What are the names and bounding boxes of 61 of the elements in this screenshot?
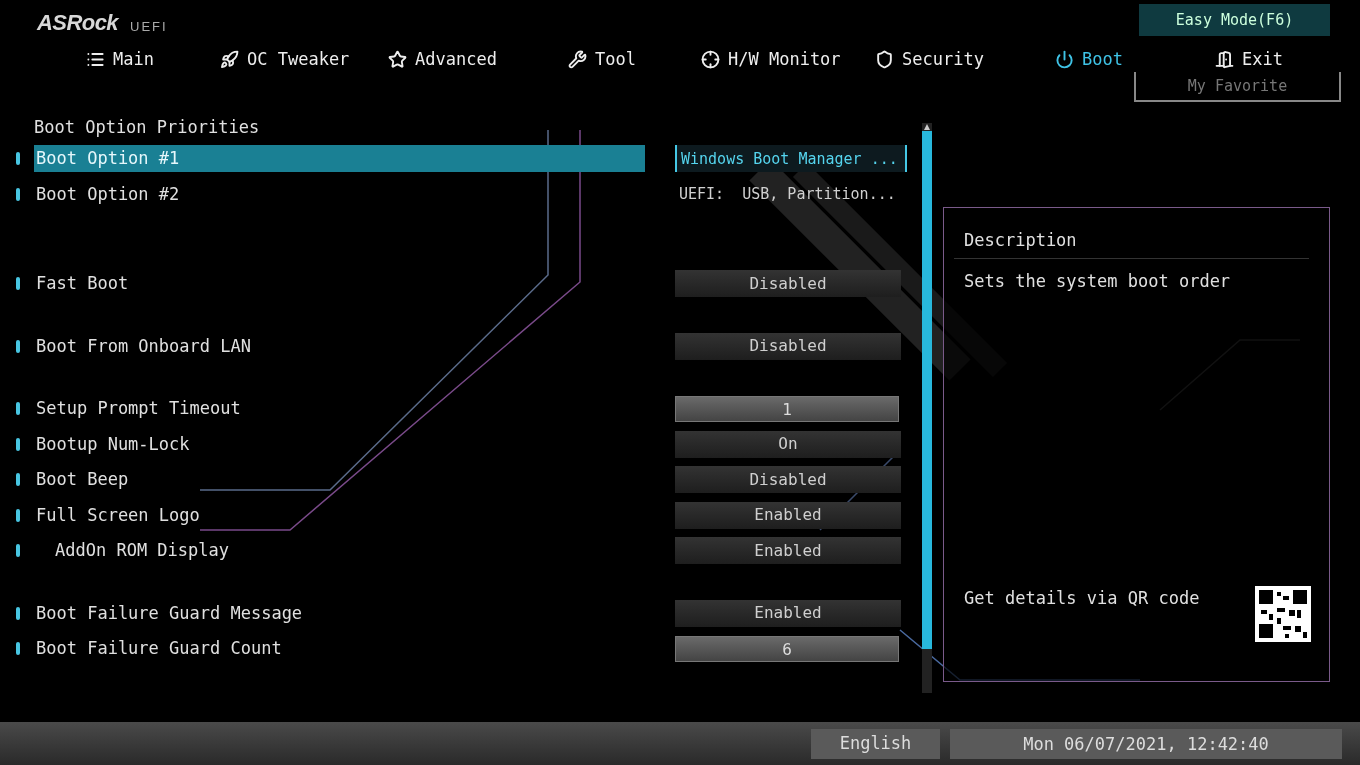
row-marker [16, 606, 20, 620]
qr-code-icon [1255, 586, 1311, 642]
section-title: Boot Option Priorities [33, 116, 261, 139]
row-marker [16, 508, 20, 522]
rocket-icon [220, 50, 239, 70]
brand-suffix: UEFI [130, 17, 168, 36]
row-marker [16, 544, 20, 558]
power-icon [1055, 50, 1074, 70]
nav-tab[interactable]: Boot [1055, 47, 1215, 73]
row-marker [16, 437, 20, 451]
nav-tab[interactable]: Advanced [388, 47, 568, 73]
description-text: Sets the system boot order [964, 269, 1232, 293]
nav-tab[interactable]: Security [875, 47, 1055, 73]
my-favorite-button[interactable]: My Favorite [1134, 72, 1341, 102]
nav-tab[interactable]: Tool [568, 47, 701, 73]
setting-label[interactable]: Boot Option #2 [34, 180, 645, 208]
value-button[interactable]: Windows Boot Manager ... [675, 145, 907, 173]
setting-label[interactable]: AddOn ROM Display [34, 537, 645, 565]
row-marker [16, 152, 20, 166]
language-button[interactable]: English [811, 728, 940, 759]
qr-hint: Get details via QR code [964, 587, 1200, 610]
row-marker [16, 277, 20, 291]
setting-label[interactable]: Boot Beep [34, 466, 645, 494]
scrollbar[interactable] [922, 123, 932, 693]
door-icon [1215, 50, 1234, 70]
description-title: Description [954, 228, 1309, 259]
shield-icon [875, 50, 894, 70]
setting-label[interactable]: Boot Option #1 [34, 145, 645, 173]
nav-tab[interactable]: Exit [1215, 47, 1335, 73]
value-button[interactable]: Disabled [675, 466, 901, 494]
row-marker [16, 339, 20, 353]
wrench-icon [568, 50, 587, 70]
value-button[interactable]: Enabled [675, 537, 901, 565]
setting-label[interactable]: Bootup Num-Lock [34, 430, 645, 458]
brand-logo: ASRock [37, 9, 119, 37]
value-button[interactable]: Disabled [675, 332, 901, 360]
row-marker [16, 187, 20, 201]
value-field[interactable]: 6 [675, 635, 899, 662]
setting-label[interactable]: Full Screen Logo [34, 501, 645, 529]
value-button[interactable]: UEFI: USB, Partition... [675, 180, 907, 208]
nav-tab[interactable]: OC Tweaker [220, 47, 388, 73]
star-icon [388, 50, 407, 70]
value-field[interactable]: 1 [675, 395, 899, 422]
setting-label[interactable]: Fast Boot [34, 270, 645, 298]
value-button[interactable]: Enabled [675, 501, 901, 529]
row-marker [16, 473, 20, 487]
setting-label[interactable]: Boot Failure Guard Message [34, 599, 645, 627]
date-time: Mon 06/07/2021, 12:42:40 [950, 728, 1342, 759]
easy-mode-button[interactable]: Easy Mode(F6) [1139, 4, 1330, 36]
row-marker [16, 402, 20, 416]
scroll-up-arrow-icon[interactable] [923, 123, 931, 131]
value-button[interactable]: Disabled [675, 270, 901, 298]
setting-label[interactable]: Boot Failure Guard Count [34, 635, 645, 663]
setting-label[interactable]: Setup Prompt Timeout [34, 395, 645, 423]
value-button[interactable]: On [675, 430, 901, 458]
nav-tab[interactable]: Main [86, 47, 220, 73]
nav-tab[interactable]: H/W Monitor [701, 47, 875, 73]
crosshair-icon [701, 50, 720, 70]
row-marker [16, 642, 20, 656]
value-button[interactable]: Enabled [675, 599, 901, 627]
setting-label[interactable]: Boot From Onboard LAN [34, 332, 645, 360]
